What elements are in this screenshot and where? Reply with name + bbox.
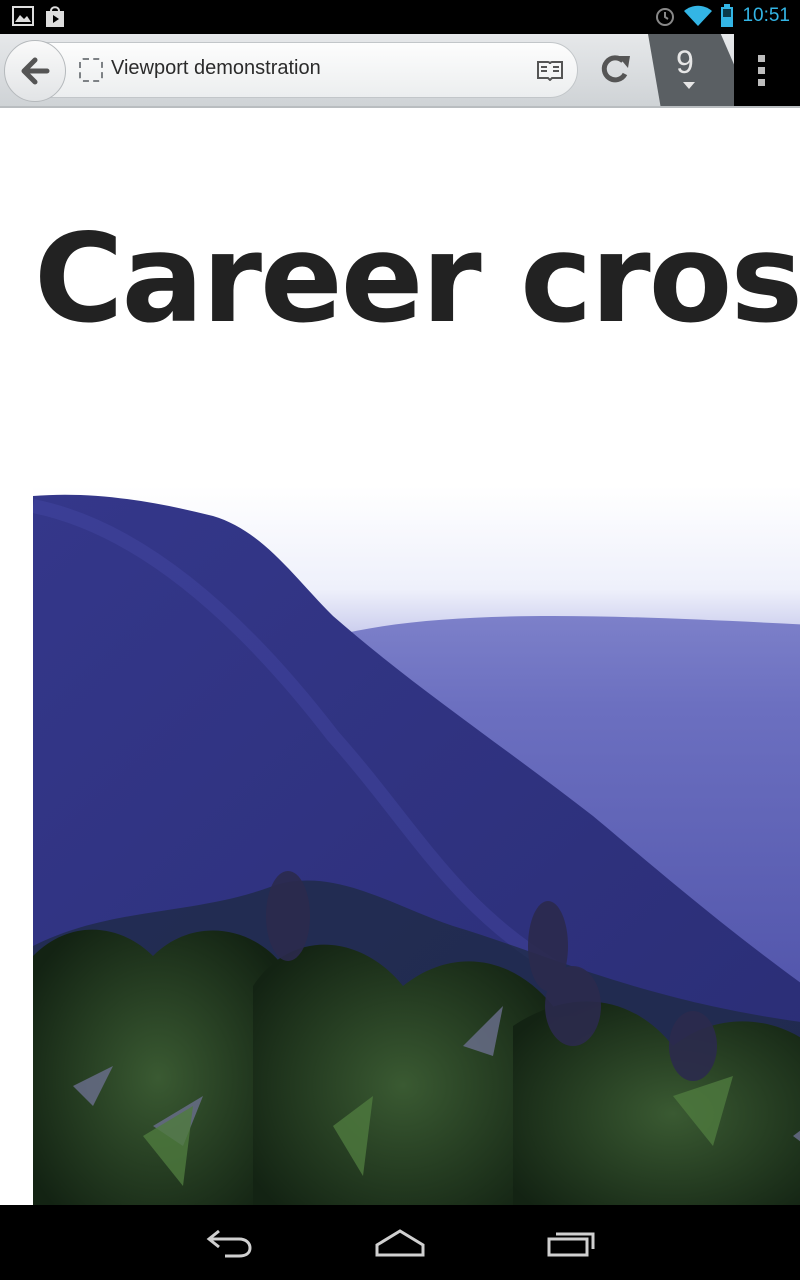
navigation-bar (0, 1205, 800, 1280)
status-time: 10:51 (742, 5, 790, 26)
home-nav-icon[interactable] (374, 1225, 426, 1259)
address-bar[interactable]: Viewport demonstration (46, 42, 578, 98)
tabs-dropdown-icon (683, 82, 695, 89)
system-status-icons: 10:51 (654, 4, 790, 28)
back-nav-icon[interactable] (205, 1225, 255, 1259)
back-button[interactable] (4, 40, 66, 102)
wifi-icon (684, 5, 713, 26)
alarm-icon (656, 8, 675, 26)
reload-icon[interactable] (598, 52, 634, 88)
notification-icons (12, 6, 66, 28)
back-arrow-icon (21, 57, 50, 85)
battery-icon (721, 4, 734, 27)
page-heading: Career cros (34, 208, 800, 350)
recent-apps-nav-icon[interactable] (546, 1225, 596, 1259)
gallery-notification-icon (12, 6, 34, 26)
overflow-menu-button[interactable] (734, 34, 800, 106)
web-content: Career cros (0, 108, 800, 1205)
overflow-menu-icon (758, 55, 765, 86)
status-bar: 10:51 (0, 0, 800, 34)
favicon-placeholder-icon (79, 58, 103, 82)
tab-count: 9 (676, 44, 694, 80)
mountain-photo (33, 486, 800, 1205)
play-store-notification-icon (46, 6, 64, 27)
reader-mode-icon[interactable] (537, 59, 563, 81)
page-title: Viewport demonstration (111, 57, 321, 79)
landscape-image (33, 486, 800, 1205)
